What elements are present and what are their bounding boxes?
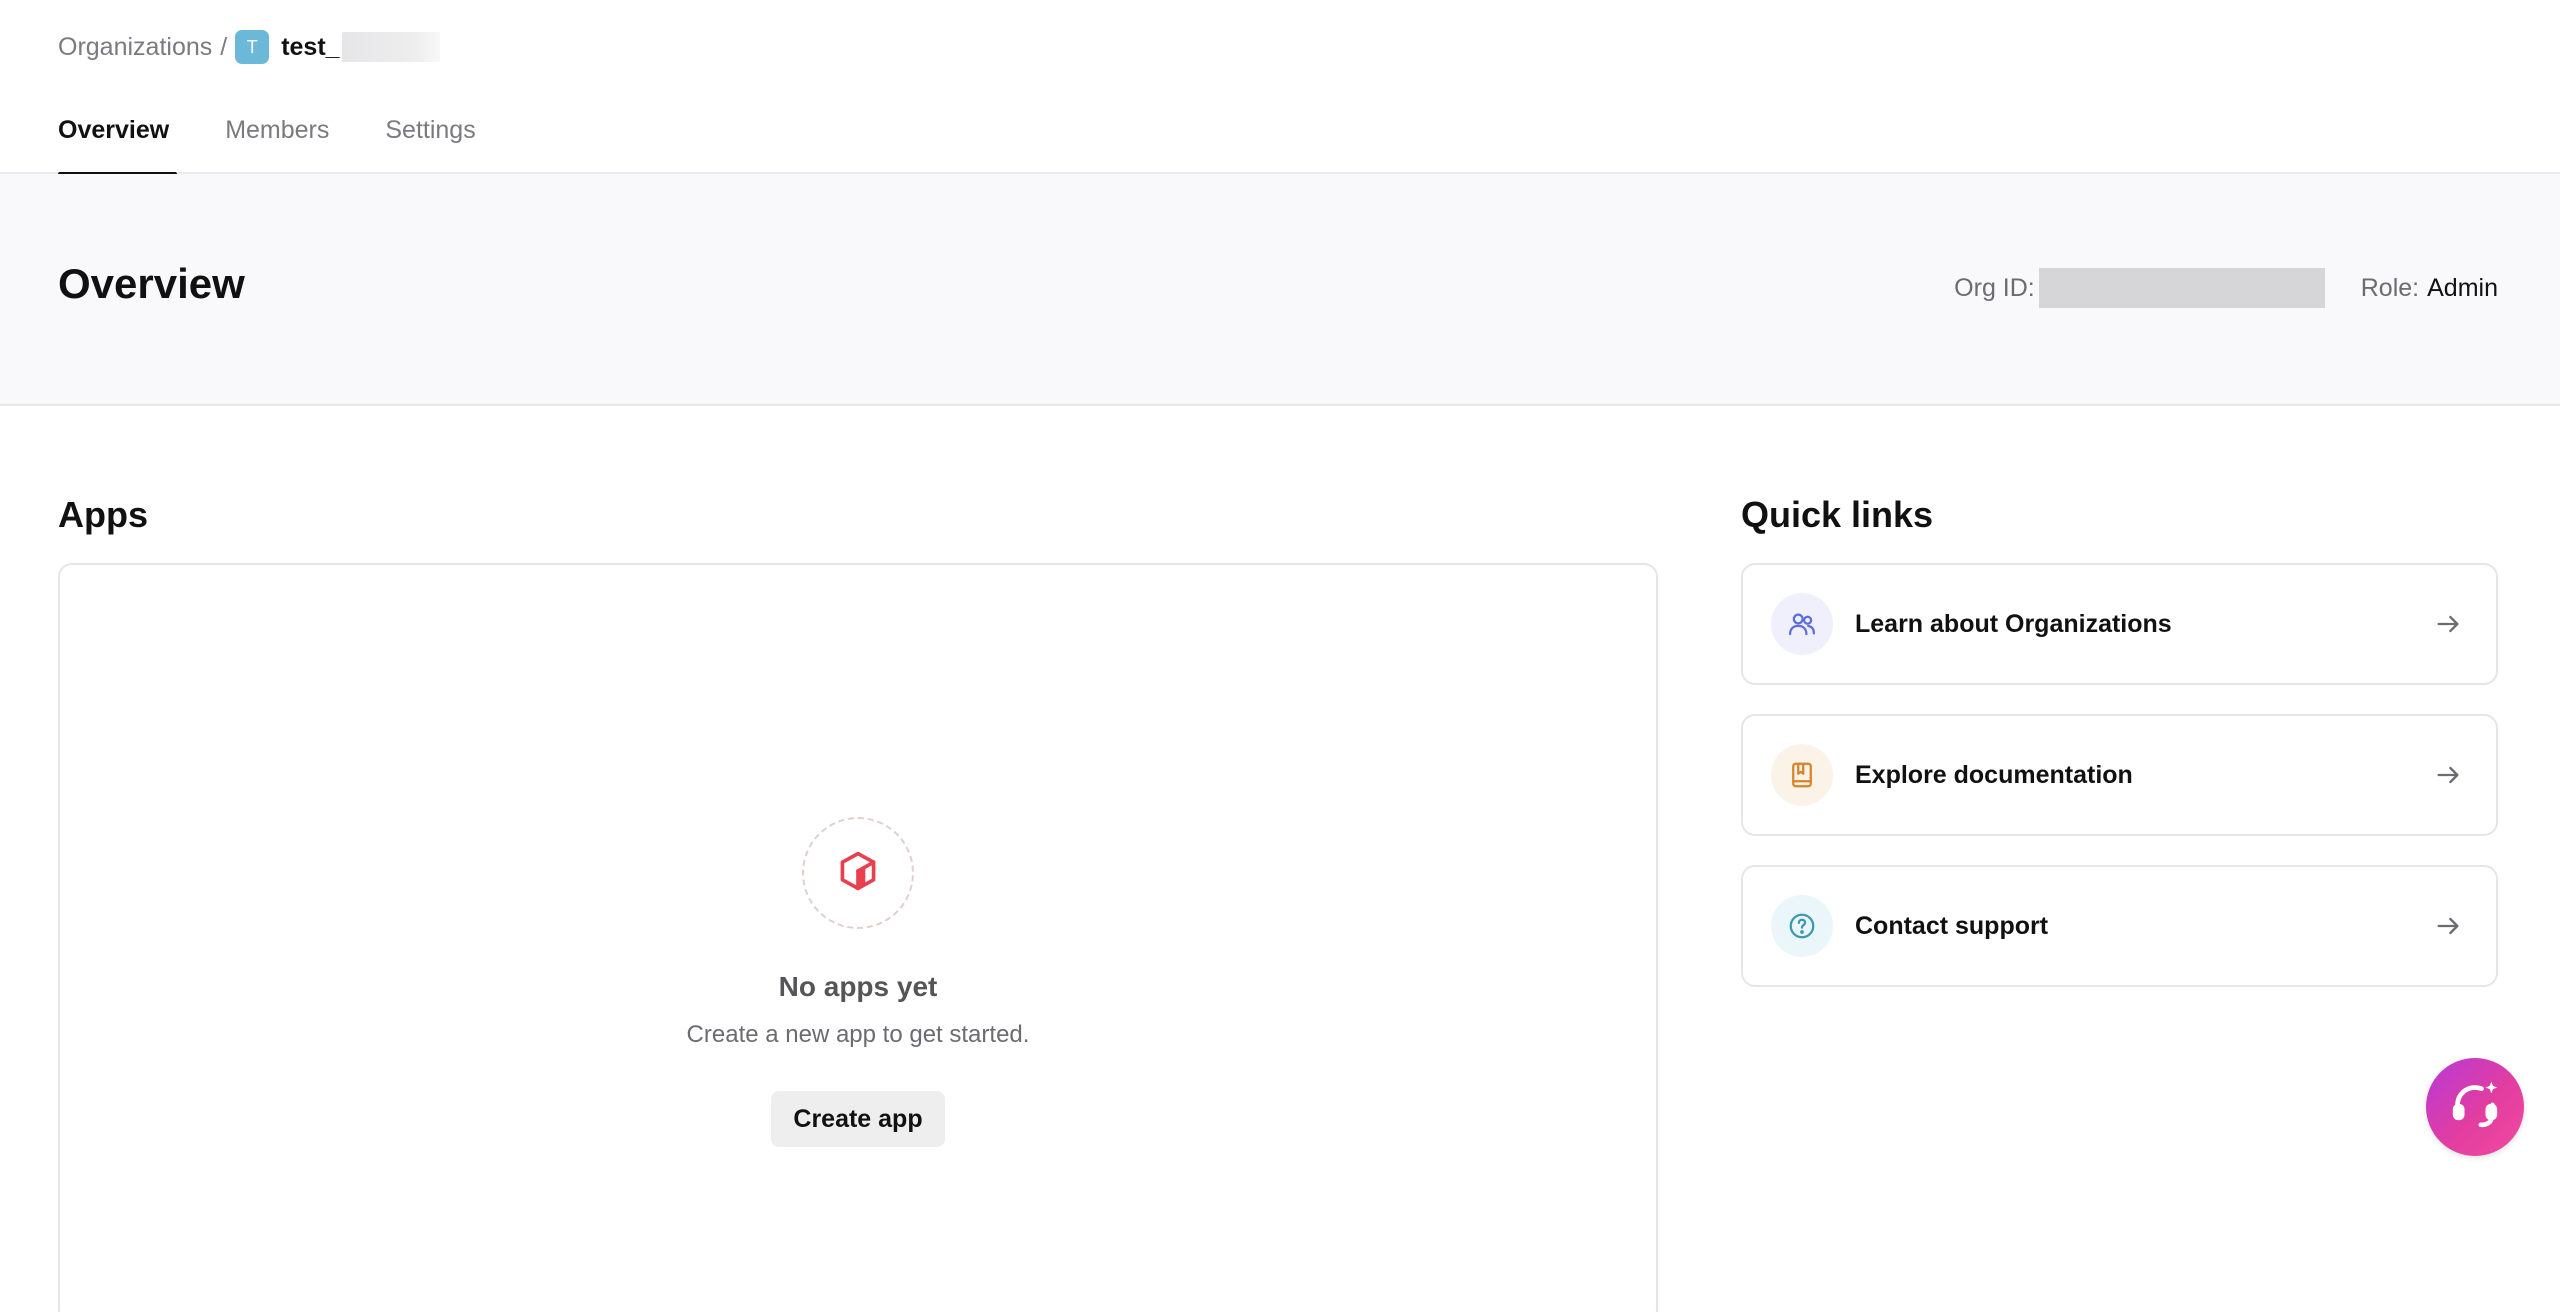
breadcrumb: Organizations / T test_ [58,28,440,66]
support-headset-icon [2447,1077,2503,1138]
users-icon [1771,593,1833,655]
tab-members[interactable]: Members [225,104,329,174]
overview-header: Overview Org ID: Role: Admin [0,174,2560,406]
empty-state-subtitle: Create a new app to get started. [686,1021,1030,1048]
create-app-button[interactable]: Create app [771,1091,945,1147]
breadcrumb-organizations-link[interactable]: Organizations [58,33,212,62]
quick-link-label: Contact support [1855,911,2049,940]
role-value: Admin [2427,273,2498,302]
org-meta: Org ID: Role: Admin [1954,268,2498,308]
arrow-right-icon [2428,906,2468,946]
apps-panel: No apps yet Create a new app to get star… [58,563,1658,1312]
quick-link-label: Explore documentation [1855,760,2133,789]
top-navigation: Organizations / T test_ Overview Members… [0,0,2560,176]
org-id-value-redacted [2038,268,2325,308]
tab-bar: Overview Members Settings [58,104,532,176]
quick-link-explore-documentation[interactable]: Explore documentation [1741,714,2498,836]
org-name-redaction [341,32,440,62]
quick-link-contact-support[interactable]: Contact support [1741,865,2498,987]
tab-overview[interactable]: Overview [58,104,178,176]
arrow-right-icon [2428,755,2468,795]
quick-links-list: Learn about Organizations Explore docume… [1741,563,2498,1016]
breadcrumb-org-name: test_ [281,32,340,61]
org-avatar: T [235,30,270,64]
breadcrumb-separator: / [220,32,228,61]
quick-link-learn-organizations[interactable]: Learn about Organizations [1741,563,2498,685]
support-chat-button[interactable] [2426,1058,2524,1156]
apps-empty-state: No apps yet Create a new app to get star… [60,817,1656,1147]
role-label: Role: [2360,273,2420,302]
help-circle-icon [1771,895,1833,957]
tab-settings[interactable]: Settings [385,104,475,174]
empty-state-icon-ring [802,817,914,929]
cube-icon [836,849,880,898]
empty-state-title: No apps yet [778,971,938,1002]
apps-heading: Apps [58,494,148,535]
page-title: Overview [58,260,245,307]
quick-links-heading: Quick links [1741,494,1934,535]
arrow-right-icon [2428,604,2468,644]
quick-link-label: Learn about Organizations [1855,609,2172,638]
book-icon [1771,744,1833,806]
org-id-label: Org ID: [1954,273,2035,302]
